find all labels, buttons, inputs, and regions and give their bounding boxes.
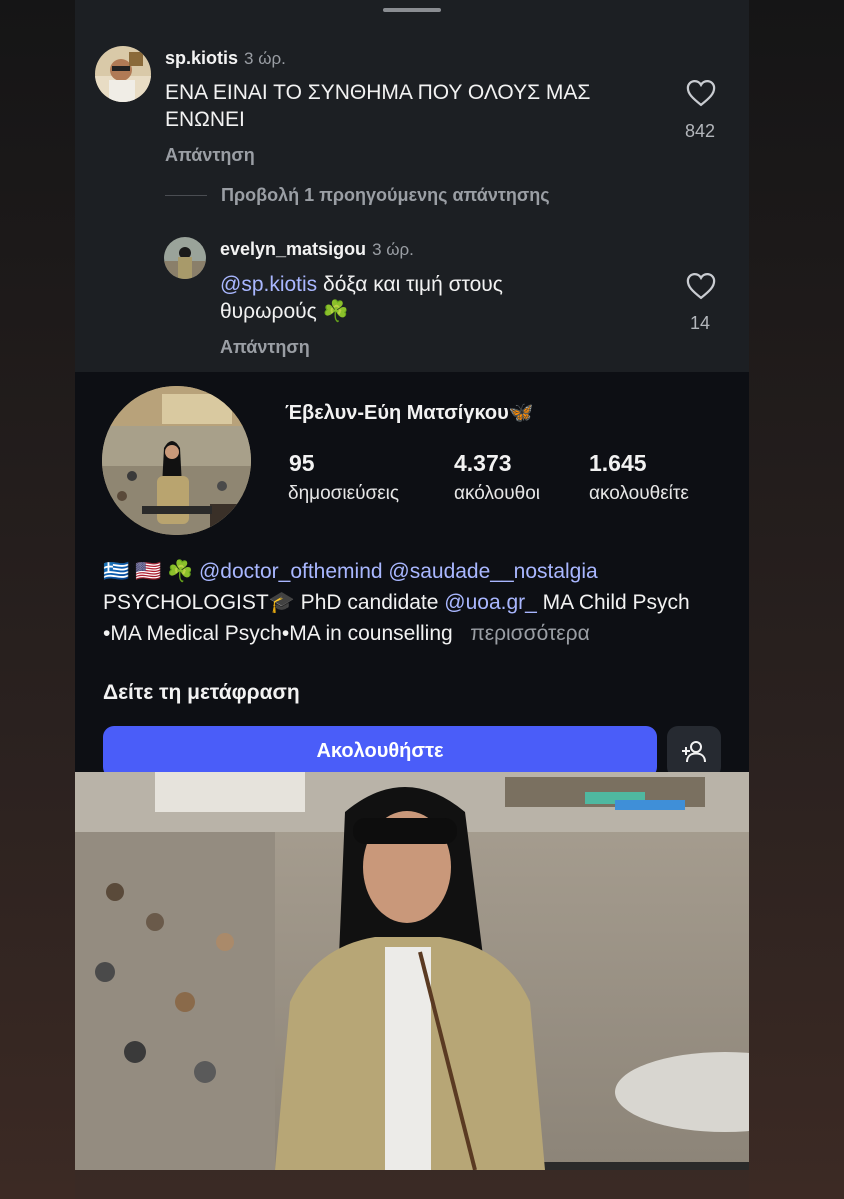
comment-2-mention[interactable]: @sp.kiotis xyxy=(220,273,317,296)
follow-button[interactable]: Ακολουθήστε xyxy=(103,726,657,778)
followers-label[interactable]: ακόλουθοι xyxy=(454,483,540,505)
divider-line xyxy=(165,195,207,196)
bio-mention-uoa[interactable]: @uoa.gr_ xyxy=(444,591,537,614)
comment-1-username[interactable]: sp.kiotis xyxy=(165,48,238,68)
view-previous-label: Προβολή 1 προηγούμενης απάντησης xyxy=(221,185,550,205)
add-user-icon xyxy=(682,741,706,763)
profile-bio: 🇬🇷 🇺🇸 ☘️ @doctor_ofthemind @saudade__nos… xyxy=(103,556,733,649)
comment-2-like-count: 14 xyxy=(689,313,711,333)
bio-flags: 🇬🇷 🇺🇸 ☘️ xyxy=(103,560,194,583)
followers-count[interactable]: 4.373 xyxy=(454,450,512,477)
drag-handle[interactable] xyxy=(383,8,441,12)
profile-name: Έβελυν-Εύη Ματσίγκου🦋 xyxy=(285,402,534,424)
backdrop-right xyxy=(749,0,844,1199)
bio-line-3-text: •MA Medical Psych•MA in counselling xyxy=(103,622,453,645)
profile-photo xyxy=(75,772,749,1170)
profile-avatar[interactable] xyxy=(102,386,251,535)
posts-count[interactable]: 95 xyxy=(289,450,315,477)
avatar-sp-kiotis[interactable] xyxy=(95,46,151,102)
posts-label[interactable]: δημοσιεύσεις xyxy=(288,483,399,505)
comment-1-text: ΕΝΑ ΕΙΝΑΙ ΤΟ ΣΥΝΘΗΜΑ ΠΟΥ ΟΛΟΥΣ ΜΑΣ ΕΝΩΝΕ… xyxy=(165,81,591,131)
bio-line-2-a: PSYCHOLOGIST🎓 PhD candidate xyxy=(103,591,445,614)
comment-2-header: evelyn_matsigou 3 ώρ. xyxy=(220,239,414,260)
comment-2-time: 3 ώρ. xyxy=(372,240,414,259)
comment-1-reply-button[interactable]: Απάντηση xyxy=(165,145,255,166)
comment-2-text: @sp.kiotis δόξα και τιμή στους θυρωρούς … xyxy=(220,271,600,325)
following-label[interactable]: ακολουθείτε xyxy=(589,483,689,505)
bio-mentions[interactable]: @doctor_ofthemind @saudade__nostalgia xyxy=(199,560,598,583)
backdrop-left xyxy=(0,0,75,1199)
see-translation-link[interactable]: Δείτε τη μετάφραση xyxy=(103,681,300,705)
avatar-evelyn-matsigou[interactable] xyxy=(164,237,206,279)
bio-line-1: 🇬🇷 🇺🇸 ☘️ @doctor_ofthemind @saudade__nos… xyxy=(103,556,733,587)
suggested-users-button[interactable] xyxy=(667,726,721,778)
heart-icon[interactable] xyxy=(686,272,716,300)
comment-1-like-count: 842 xyxy=(684,121,716,141)
bio-line-2: PSYCHOLOGIST🎓 PhD candidate @uoa.gr_ MA … xyxy=(103,587,713,618)
comment-2-username[interactable]: evelyn_matsigou xyxy=(220,239,366,259)
heart-icon[interactable] xyxy=(686,79,716,107)
comment-1-header: sp.kiotis 3 ώρ. xyxy=(165,48,286,69)
more-link[interactable]: περισσότερα xyxy=(470,622,590,645)
comment-1-time: 3 ώρ. xyxy=(244,49,286,68)
view-previous-replies-button[interactable]: Προβολή 1 προηγούμενης απάντησης xyxy=(165,185,550,206)
follow-label: Ακολουθήστε xyxy=(316,740,444,762)
bio-line-2-b: MA Child Psych xyxy=(536,591,690,614)
comment-2-reply-button[interactable]: Απάντηση xyxy=(220,337,310,358)
following-count[interactable]: 1.645 xyxy=(589,450,647,477)
bio-line-3: •MA Medical Psych•MA in counselling περι… xyxy=(103,618,733,649)
